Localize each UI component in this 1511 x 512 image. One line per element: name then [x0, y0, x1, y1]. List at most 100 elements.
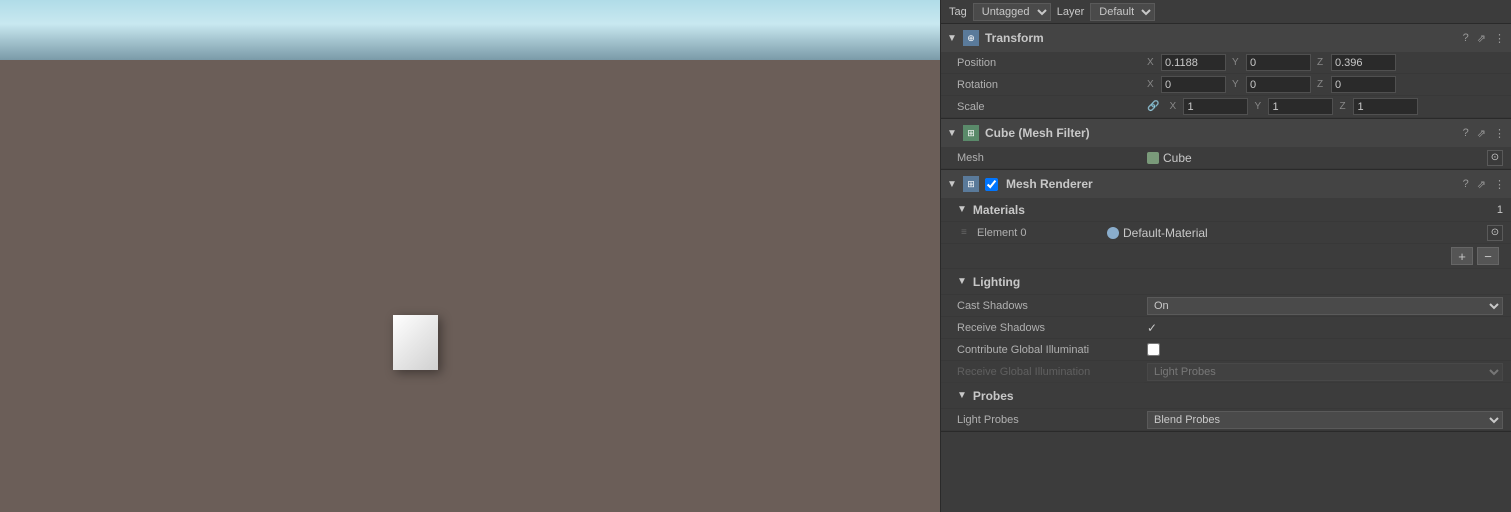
element-0-value-container: Default-Material ⊙ — [1107, 225, 1503, 241]
transform-component: ▼ ⊕ Transform ? ⇗ ⋮ Position X Y — [941, 24, 1511, 119]
mesh-renderer-more-icon[interactable]: ⋮ — [1494, 178, 1505, 191]
contribute-gi-label: Contribute Global Illuminati — [957, 344, 1147, 356]
materials-section-header: ▼ Materials 1 — [941, 198, 1511, 222]
mesh-filter-arrow: ▼ — [947, 128, 957, 139]
transform-help-icon[interactable]: ? — [1463, 32, 1469, 44]
mesh-renderer-enabled-checkbox[interactable] — [985, 178, 998, 191]
scene-background — [0, 0, 940, 512]
position-y-input[interactable] — [1246, 54, 1311, 71]
light-probes-select[interactable]: Blend Probes — [1147, 411, 1503, 429]
scene-cube — [393, 315, 438, 370]
cast-shadows-row: Cast Shadows On — [941, 295, 1511, 317]
remove-material-button[interactable]: − — [1477, 247, 1499, 265]
rotation-z-field: Z — [1317, 76, 1396, 93]
transform-header[interactable]: ▼ ⊕ Transform ? ⇗ ⋮ — [941, 24, 1511, 52]
contribute-gi-row: Contribute Global Illuminati — [941, 339, 1511, 361]
rotation-y-label: Y — [1232, 79, 1244, 90]
mesh-renderer-header[interactable]: ▼ ⊞ Mesh Renderer ? ⇗ ⋮ — [941, 170, 1511, 198]
mesh-filter-link-icon[interactable]: ⇗ — [1477, 127, 1486, 140]
rotation-label: Rotation — [957, 79, 1147, 91]
mesh-renderer-help-icon[interactable]: ? — [1463, 178, 1469, 190]
element-drag-handle: ≡ — [961, 227, 973, 238]
scale-row: Scale 🔗 X Y Z — [941, 96, 1511, 118]
scene-sky — [0, 0, 940, 60]
scale-z-label: Z — [1339, 101, 1351, 112]
scale-x-label: X — [1169, 101, 1181, 112]
scale-lock-icon: 🔗 — [1147, 101, 1159, 112]
mesh-icon — [1147, 152, 1159, 164]
element-0-row: ≡ Element 0 Default-Material ⊙ — [941, 222, 1511, 244]
cast-shadows-label: Cast Shadows — [957, 300, 1147, 312]
transform-link-icon[interactable]: ⇗ — [1477, 32, 1486, 45]
position-z-label: Z — [1317, 57, 1329, 68]
add-material-button[interactable]: + — [1451, 247, 1473, 265]
transform-more-icon[interactable]: ⋮ — [1494, 32, 1505, 45]
scale-z-input[interactable] — [1353, 98, 1418, 115]
mesh-property-row: Mesh Cube ⊙ — [941, 147, 1511, 169]
mesh-filter-header[interactable]: ▼ ⊞ Cube (Mesh Filter) ? ⇗ ⋮ — [941, 119, 1511, 147]
receive-gi-value-container: Light Probes — [1147, 363, 1503, 381]
contribute-gi-value-container — [1147, 343, 1503, 356]
element-0-pick-button[interactable]: ⊙ — [1487, 225, 1503, 241]
receive-gi-label: Receive Global Illumination — [957, 366, 1147, 378]
position-y-field: Y — [1232, 54, 1311, 71]
position-x-field: X — [1147, 54, 1226, 71]
mesh-renderer-link-icon[interactable]: ⇗ — [1477, 178, 1486, 191]
lighting-arrow: ▼ — [957, 276, 967, 287]
light-probes-label: Light Probes — [957, 414, 1147, 426]
tag-layer-bar: Tag Untagged Layer Default — [941, 0, 1511, 24]
mesh-filter-help-icon[interactable]: ? — [1463, 127, 1469, 139]
probes-arrow: ▼ — [957, 390, 967, 401]
position-z-field: Z — [1317, 54, 1396, 71]
rotation-z-label: Z — [1317, 79, 1329, 90]
scale-y-input[interactable] — [1268, 98, 1333, 115]
light-probes-value-container: Blend Probes — [1147, 411, 1503, 429]
receive-gi-select[interactable]: Light Probes — [1147, 363, 1503, 381]
position-x-input[interactable] — [1161, 54, 1226, 71]
lighting-label: Lighting — [973, 275, 1020, 289]
scale-x-field: X — [1169, 98, 1248, 115]
mesh-value-container: Cube ⊙ — [1147, 150, 1503, 166]
cast-shadows-select[interactable]: On — [1147, 297, 1503, 315]
add-remove-row: + − — [941, 244, 1511, 269]
mesh-value: Cube — [1163, 151, 1192, 165]
mesh-renderer-header-actions: ? ⇗ ⋮ — [1463, 178, 1505, 191]
rotation-x-label: X — [1147, 79, 1159, 90]
tag-select[interactable]: Untagged — [973, 3, 1051, 21]
mesh-renderer-component: ▼ ⊞ Mesh Renderer ? ⇗ ⋮ ▼ Materials 1 ≡ … — [941, 170, 1511, 432]
scene-view[interactable] — [0, 0, 940, 512]
rotation-y-field: Y — [1232, 76, 1311, 93]
rotation-fields: X Y Z — [1147, 76, 1396, 93]
mesh-label: Mesh — [957, 152, 1147, 164]
mesh-pick-button[interactable]: ⊙ — [1487, 150, 1503, 166]
lighting-section-header[interactable]: ▼ Lighting — [941, 269, 1511, 295]
cast-shadows-value-container: On — [1147, 297, 1503, 315]
scale-y-label: Y — [1254, 101, 1266, 112]
rotation-x-input[interactable] — [1161, 76, 1226, 93]
receive-shadows-check: ✓ — [1147, 321, 1157, 335]
position-z-input[interactable] — [1331, 54, 1396, 71]
probes-section-header[interactable]: ▼ Probes — [941, 383, 1511, 409]
transform-title: Transform — [985, 31, 1457, 45]
materials-label: Materials — [973, 203, 1497, 217]
position-label: Position — [957, 57, 1147, 69]
mesh-filter-icon: ⊞ — [963, 125, 979, 141]
mesh-filter-component: ▼ ⊞ Cube (Mesh Filter) ? ⇗ ⋮ Mesh Cube ⊙ — [941, 119, 1511, 170]
rotation-y-input[interactable] — [1246, 76, 1311, 93]
receive-shadows-row: Receive Shadows ✓ — [941, 317, 1511, 339]
mesh-filter-header-actions: ? ⇗ ⋮ — [1463, 127, 1505, 140]
receive-shadows-value-container: ✓ — [1147, 321, 1503, 335]
contribute-gi-checkbox[interactable] — [1147, 343, 1160, 356]
tag-label: Tag — [949, 6, 967, 18]
receive-gi-row: Receive Global Illumination Light Probes — [941, 361, 1511, 383]
mesh-renderer-arrow: ▼ — [947, 179, 957, 190]
transform-arrow: ▼ — [947, 33, 957, 44]
position-y-label: Y — [1232, 57, 1244, 68]
scale-x-input[interactable] — [1183, 98, 1248, 115]
layer-select[interactable]: Default — [1090, 3, 1155, 21]
transform-icon: ⊕ — [963, 30, 979, 46]
scale-label: Scale — [957, 101, 1147, 113]
rotation-z-input[interactable] — [1331, 76, 1396, 93]
inspector-panel: Tag Untagged Layer Default ▼ ⊕ Transform… — [940, 0, 1511, 512]
mesh-filter-more-icon[interactable]: ⋮ — [1494, 127, 1505, 140]
